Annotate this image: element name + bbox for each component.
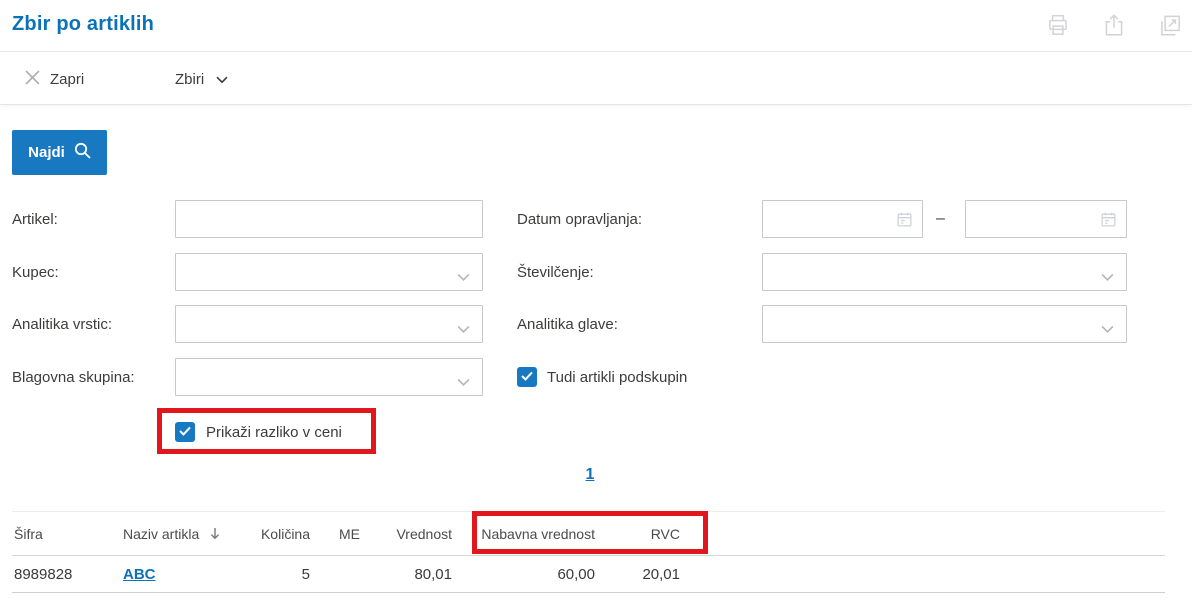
pagination-page-1[interactable]: 1 xyxy=(578,466,602,484)
checkmark-icon xyxy=(521,368,533,386)
date-range-separator: – xyxy=(936,210,945,227)
cell-nabavna-vrednost: 60,00 xyxy=(557,565,595,583)
page-title: Zbir po artiklih xyxy=(12,13,155,35)
najdi-button[interactable]: Najdi xyxy=(12,130,107,175)
column-header-rvc[interactable]: RVC xyxy=(595,526,680,542)
title-bar: Zbir po artiklih xyxy=(0,0,1192,52)
chevron-down-icon xyxy=(457,321,470,339)
datum-do-input[interactable] xyxy=(965,200,1127,238)
chevron-down-icon xyxy=(1101,269,1114,287)
chevron-down-icon xyxy=(457,374,470,392)
calendar-icon xyxy=(896,211,913,233)
table-row: 8989828 ABC 5 80,01 60,00 20,01 xyxy=(12,556,1165,593)
cell-kolicina: 5 xyxy=(301,565,310,583)
checkmark-icon xyxy=(179,423,191,441)
column-header-me[interactable]: ME xyxy=(310,526,360,542)
kupec-label: Kupec: xyxy=(12,264,59,281)
artikel-input[interactable] xyxy=(175,200,483,238)
results-table: Šifra Naziv artikla Količina ME Vrednost… xyxy=(12,511,1165,593)
datum-opravljanja-label: Datum opravljanja: xyxy=(517,211,643,228)
column-header-vrednost[interactable]: Vrednost xyxy=(360,526,452,542)
stevilcenje-label: Številčenje: xyxy=(517,264,594,281)
chevron-down-icon xyxy=(1101,321,1114,339)
column-header-nabavna-vrednost[interactable]: Nabavna vrednost xyxy=(452,526,595,542)
open-new-window-icon[interactable] xyxy=(1156,11,1184,39)
tudi-artikli-podskupin-checkbox[interactable] xyxy=(517,367,537,387)
blagovna-skupina-label: Blagovna skupina: xyxy=(12,369,135,386)
zbiri-dropdown-button[interactable]: Zbiri xyxy=(175,53,228,105)
cell-rvc: 20,01 xyxy=(642,565,680,583)
kupec-select[interactable] xyxy=(175,253,483,291)
analitika-glave-label: Analitika glave: xyxy=(517,316,618,333)
calendar-icon xyxy=(1100,211,1117,233)
title-icons xyxy=(1044,11,1184,39)
close-icon xyxy=(25,69,40,89)
najdi-button-label: Najdi xyxy=(28,144,65,161)
search-icon xyxy=(74,142,91,163)
sort-arrow-down-icon xyxy=(210,527,220,540)
column-header-sifra[interactable]: Šifra xyxy=(12,526,123,542)
toolbar: Zapri Zbiri xyxy=(0,53,1192,105)
analitika-vrstic-select[interactable] xyxy=(175,305,483,343)
tudi-artikli-podskupin-label: Tudi artikli podskupin xyxy=(547,369,688,386)
analitika-glave-select[interactable] xyxy=(762,305,1127,343)
close-button-label: Zapri xyxy=(50,70,85,88)
prikazi-razliko-v-ceni-checkbox[interactable] xyxy=(175,422,195,442)
table-header-row: Šifra Naziv artikla Količina ME Vrednost… xyxy=(12,511,1165,556)
close-button[interactable]: Zapri xyxy=(25,53,84,105)
zbir-po-artiklih-page: Zbir po artiklih Zapri Zbiri Najdi Artik… xyxy=(0,0,1192,602)
print-icon[interactable] xyxy=(1044,11,1072,39)
blagovna-skupina-select[interactable] xyxy=(175,358,483,396)
datum-od-input[interactable] xyxy=(762,200,923,238)
column-header-naziv-artikla[interactable]: Naziv artikla xyxy=(123,526,238,542)
artikel-label: Artikel: xyxy=(12,211,58,228)
cell-vrednost: 80,01 xyxy=(414,565,452,583)
analitika-vrstic-label: Analitika vrstic: xyxy=(12,316,113,333)
prikazi-razliko-v-ceni-label: Prikaži razliko v ceni xyxy=(206,424,342,441)
chevron-down-icon xyxy=(457,269,470,287)
export-icon[interactable] xyxy=(1100,11,1128,39)
article-link[interactable]: ABC xyxy=(123,566,156,583)
zbiri-label: Zbiri xyxy=(175,70,205,88)
column-header-kolicina[interactable]: Količina xyxy=(238,526,310,542)
stevilcenje-select[interactable] xyxy=(762,253,1127,291)
chevron-down-icon xyxy=(216,71,228,88)
cell-sifra: 8989828 xyxy=(14,565,73,583)
